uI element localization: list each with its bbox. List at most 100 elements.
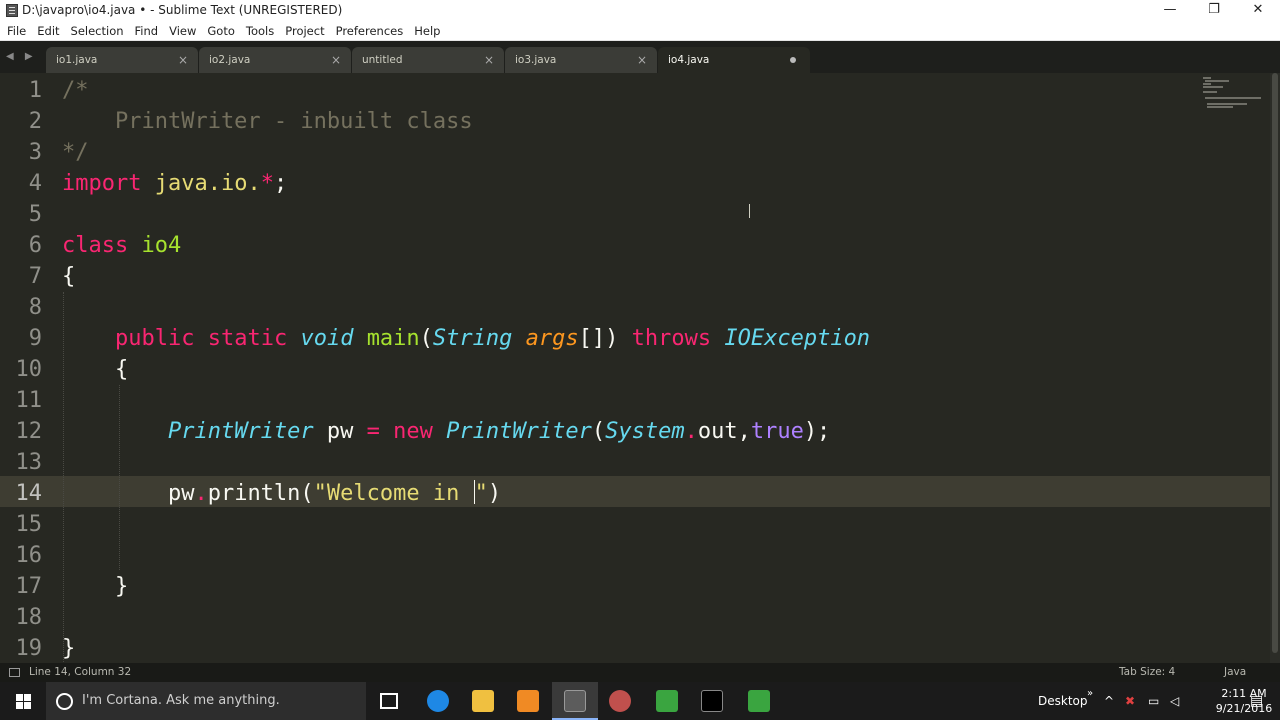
menu-project[interactable]: Project (280, 21, 329, 40)
vertical-scrollbar[interactable] (1270, 73, 1280, 663)
cortana-search-box[interactable]: I'm Cortana. Ask me anything. (46, 682, 366, 720)
command-prompt-icon[interactable] (701, 690, 723, 712)
cursor-position[interactable]: Line 14, Column 32 (29, 663, 131, 682)
tab-scroll-arrows[interactable]: ◀ ▶ (6, 51, 37, 62)
code-token: IOException (724, 326, 871, 351)
code-line-19: } (62, 636, 76, 661)
app-icon[interactable] (609, 690, 631, 712)
code-line-9: public static void main(String args[]) t… (114, 326, 871, 351)
menu-help[interactable]: Help (409, 21, 445, 40)
tab-size-indicator[interactable]: Tab Size: 4 (1119, 663, 1175, 682)
tab-io2-java[interactable]: io2.java × (199, 47, 351, 73)
app-icon[interactable] (517, 690, 539, 712)
line-number: 18 (15, 605, 43, 630)
maximize-button[interactable]: ❐ (1192, 0, 1236, 21)
show-hidden-icons-icon[interactable]: ^ (1104, 682, 1114, 720)
menu-file[interactable]: File (2, 21, 31, 40)
menu-edit[interactable]: Edit (32, 21, 64, 40)
tab-label: io3.java (515, 54, 557, 66)
minimap[interactable] (1195, 77, 1265, 117)
tab-close-icon[interactable]: × (331, 47, 341, 73)
task-view-icon[interactable] (380, 693, 398, 709)
code-token: */ (62, 140, 89, 165)
menu-find[interactable]: Find (130, 21, 164, 40)
toolbar-expand-icon[interactable]: » (1087, 682, 1093, 706)
code-line-7: { (62, 264, 76, 289)
code-token: public (114, 326, 195, 351)
system-clock[interactable]: 2:11 AM 9/21/2016 (1214, 686, 1274, 716)
code-token: new (393, 419, 433, 444)
code-token: io4 (141, 233, 182, 258)
scrollbar-thumb[interactable] (1272, 73, 1278, 653)
windows-taskbar: I'm Cortana. Ask me anything. Desktop » … (0, 682, 1280, 720)
tab-io4-java[interactable]: io4.java (658, 47, 810, 73)
tab-io1-java[interactable]: io1.java × (46, 47, 198, 73)
line-number: 11 (15, 388, 43, 413)
sublime-app-icon (6, 4, 18, 17)
line-number: 3 (28, 140, 42, 165)
line-number: 16 (15, 543, 43, 568)
camtasia-icon[interactable] (656, 690, 678, 712)
code-token: "Welcome in " (313, 480, 488, 506)
code-editor[interactable]: 1 2 3 4 5 6 7 8 9 10 11 12 13 14 15 16 1… (0, 73, 1280, 663)
line-number: 19 (15, 636, 43, 661)
code-line-3: */ (62, 137, 89, 168)
menu-goto[interactable]: Goto (202, 21, 240, 40)
notifications-icon[interactable]: ▤ (1250, 682, 1263, 720)
cortana-placeholder: I'm Cortana. Ask me anything. (82, 693, 280, 708)
code-token: throws (631, 326, 712, 351)
mouse-ibeam-cursor-icon (749, 204, 750, 218)
tab-close-icon[interactable]: × (178, 47, 188, 73)
code-line-2: PrintWriter - inbuilt class (62, 106, 473, 137)
unsaved-dot-icon[interactable] (790, 57, 796, 63)
line-number: 12 (15, 419, 43, 444)
tab-close-icon[interactable]: × (484, 47, 494, 73)
tab-label: untitled (362, 54, 403, 66)
code-line-17: } (62, 574, 129, 599)
sublime-taskbar-button[interactable] (552, 682, 598, 720)
code-token: PrintWriter (446, 419, 592, 444)
code-token: true (750, 419, 804, 444)
code-token: . (684, 419, 698, 444)
title-bar: D:\javapro\io4.java • - Sublime Text (UN… (0, 0, 1280, 21)
network-alert-icon[interactable]: ✖ (1125, 682, 1135, 720)
line-number: 9 (28, 326, 42, 351)
line-number: 4 (28, 171, 42, 196)
code-token: args (525, 326, 579, 351)
code-token: void (300, 326, 354, 351)
line-number: 13 (15, 450, 43, 475)
clock-time: 2:11 AM (1221, 687, 1267, 700)
tab-untitled[interactable]: untitled × (352, 47, 504, 73)
menu-view[interactable]: View (164, 21, 201, 40)
menu-preferences[interactable]: Preferences (331, 21, 409, 40)
tab-close-icon[interactable]: × (637, 47, 647, 73)
sublime-text-icon (564, 690, 586, 712)
battery-icon[interactable]: ▭ (1148, 682, 1159, 720)
start-button[interactable] (0, 682, 46, 720)
panel-toggle-icon[interactable] (9, 668, 20, 677)
menu-tools[interactable]: Tools (241, 21, 279, 40)
minimize-button[interactable]: — (1148, 0, 1192, 21)
line-number: 7 (28, 264, 42, 289)
menu-selection[interactable]: Selection (66, 21, 129, 40)
edge-browser-icon[interactable] (427, 690, 449, 712)
line-number: 17 (15, 574, 43, 599)
tab-io3-java[interactable]: io3.java × (505, 47, 657, 73)
code-line-1: /* (62, 75, 89, 106)
syntax-indicator[interactable]: Java (1224, 663, 1246, 682)
volume-icon[interactable]: ◁ (1170, 682, 1179, 720)
code-line-10: { (62, 357, 129, 382)
camtasia-recorder-icon[interactable] (748, 690, 770, 712)
windows-logo-icon (16, 694, 23, 701)
text-cursor (473, 480, 475, 504)
file-explorer-icon[interactable] (472, 690, 494, 712)
desktop-toolbar-label[interactable]: Desktop (1038, 682, 1088, 720)
code-line-12: PrintWriter pw = new PrintWriter(System.… (167, 419, 831, 444)
code-line-14: pw.println("Welcome in ") (62, 480, 502, 506)
line-number: 2 (28, 109, 42, 134)
menu-bar: File Edit Selection Find View Goto Tools… (0, 21, 1280, 41)
line-number: 5 (28, 202, 42, 227)
line-number-current: 14 (15, 481, 43, 506)
close-button[interactable]: ✕ (1236, 0, 1280, 21)
window-title: D:\javapro\io4.java • - Sublime Text (UN… (22, 3, 343, 17)
